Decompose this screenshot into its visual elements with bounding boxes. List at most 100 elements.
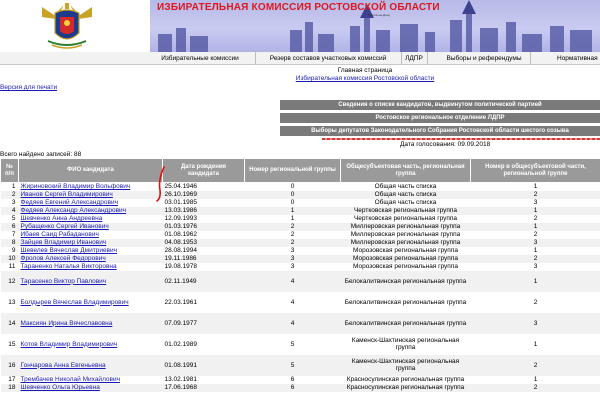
candidate-link[interactable]: Котов Владимир Владимирович	[21, 341, 118, 348]
cell-group: Красносулинская региональная группа	[340, 383, 471, 392]
cell-candidate-name: Тараненко Наталья Викторовна	[18, 262, 163, 271]
cell-birthdate: 03.01.1985	[162, 198, 245, 207]
candidate-link[interactable]: Ибаев Саид Рабаданович	[21, 231, 99, 238]
cell-candidate-name: Болдырев Вячеслав Владимирович	[18, 291, 163, 313]
cell-group: Общая часть списка	[340, 182, 471, 191]
cell-number: 15	[0, 333, 19, 355]
cell-candidate-name: Федяев Евгений Александрович	[18, 198, 163, 207]
cell-group: Миллеровская региональная группа	[340, 238, 471, 247]
candidate-link[interactable]: Федяев Александр Александрович	[21, 207, 127, 214]
table-row: 5 Шевченко Анна Андреевна 12.09.1993 1 Чертк…	[0, 214, 600, 223]
candidate-link[interactable]: Зайцев Владимир Иванович	[21, 239, 107, 246]
cell-number: 4	[0, 206, 19, 215]
table-row: 8 Зайцев Владимир Иванович 04.08.1953 2 Милл…	[0, 238, 600, 247]
candidate-link[interactable]: Максиян Ирина Вячеславовна	[21, 320, 113, 327]
table-row: 2 Иванов Сергей Владимирович 26.10.1969 0 Об…	[0, 190, 600, 199]
cell-group: Красносулинская региональная группа	[340, 375, 471, 384]
cell-group: Белокалитвинская региональная группа	[340, 291, 471, 313]
table-row: 10 Фролов Алексей Федорович 19.11.1986 3 Мор…	[0, 254, 600, 263]
cell-position: 3	[470, 312, 600, 334]
candidate-link[interactable]: Болдырев Вячеслав Владимирович	[21, 299, 129, 306]
cell-number: 10	[0, 254, 19, 263]
top-navigation: Избирательные комиссии Резерв составов у…	[0, 52, 600, 65]
nav-item-normative[interactable]: Нормативная	[557, 52, 600, 65]
cell-birthdate: 04.08.1953	[162, 238, 245, 247]
candidate-link[interactable]: Фролов Алексей Федорович	[21, 255, 106, 262]
cell-group-number: 2	[244, 230, 341, 239]
candidate-link[interactable]: Иванов Сергей Владимирович	[21, 191, 113, 198]
cell-position: 1	[470, 246, 600, 255]
nav-item-reserve[interactable]: Резерв составов участковых комиссий	[258, 52, 398, 65]
cell-group-number: 2	[244, 238, 341, 247]
cell-number: 18	[0, 383, 19, 392]
col-header-name[interactable]: ФИО кандидата	[18, 158, 163, 183]
nav-item-elections[interactable]: Выборы и референдумы	[440, 52, 528, 65]
candidate-link[interactable]: Тарасенко Виктор Павлович	[21, 278, 107, 285]
cell-candidate-name: Шевченко Ольга Юрьевна	[18, 383, 163, 392]
cell-position: 3	[470, 262, 600, 271]
candidate-link[interactable]: Шевченко Ольга Юрьевна	[21, 384, 100, 391]
election-bar: Выборы депутатов Законодательного Собран…	[280, 126, 600, 136]
cell-group-number: 6	[244, 383, 341, 392]
nav-item-commissions[interactable]: Избирательные комиссии	[150, 52, 250, 65]
cell-birthdate: 07.09.1977	[162, 312, 245, 334]
table-row: 18 Шевченко Ольга Юрьевна 17.06.1968 6 Красн…	[0, 383, 600, 392]
cell-number: 2	[0, 190, 19, 199]
cell-position: 2	[470, 291, 600, 313]
candidate-link[interactable]: Шевченко Анна Андреевна	[21, 215, 103, 222]
cell-candidate-name: Трембачев Николай Михайлович	[18, 375, 163, 384]
candidate-link[interactable]: Рубащенко Сергей Иванович	[21, 223, 109, 230]
cell-group: Морозовская региональная группа	[340, 262, 471, 271]
nav-separator	[255, 52, 256, 65]
table-row: 7 Ибаев Саид Рабаданович 01.08.1962 2 Миллер…	[0, 230, 600, 239]
table-row: 16 Гончарова Анна Евгеньевна 01.08.1991 5 Ка…	[0, 354, 600, 376]
cell-group-number: 4	[244, 291, 341, 313]
cell-birthdate: 17.06.1968	[162, 383, 245, 392]
candidate-link[interactable]: Федяев Евгений Александрович	[21, 199, 119, 206]
candidate-link[interactable]: Тараненко Наталья Викторовна	[21, 263, 117, 270]
nav-item-ldpr[interactable]: ЛДПР	[403, 52, 425, 65]
cell-birthdate: 01.08.1962	[162, 230, 245, 239]
cell-group: Миллеровская региональная группа	[340, 230, 471, 239]
candidate-link[interactable]: Гончарова Анна Евгеньевна	[21, 362, 106, 369]
cell-group: Белокалитвинская региональная группа	[340, 312, 471, 334]
candidate-link[interactable]: Трембачев Николай Михайлович	[21, 376, 121, 383]
col-header-number[interactable]: № п/п	[0, 158, 19, 183]
vote-date-value: 09.09.2018	[457, 141, 491, 148]
col-header-group[interactable]: Общесубъектовая часть, региональная груп…	[340, 158, 471, 183]
cell-birthdate: 19.08.1978	[162, 262, 245, 271]
cell-position: 2	[470, 354, 600, 376]
nav-separator	[427, 52, 428, 65]
cell-group-number: 3	[244, 246, 341, 255]
cell-position: 3	[470, 238, 600, 247]
cell-birthdate: 13.02.1981	[162, 375, 245, 384]
cell-number: 8	[0, 238, 19, 247]
breadcrumb-commission-link[interactable]: Избирательная комиссия Ростовской област…	[296, 75, 434, 82]
cell-position: 3	[470, 198, 600, 207]
cell-group-number: 1	[244, 206, 341, 215]
table-row: 17 Трембачев Николай Михайлович 13.02.1981…	[0, 375, 600, 384]
table-row: 3 Федяев Евгений Александрович 03.01.1985 0…	[0, 198, 600, 207]
col-header-birthdate[interactable]: Дата рождения кандидата	[162, 158, 245, 183]
cell-number: 13	[0, 291, 19, 313]
site-title: ИЗБИРАТЕЛЬНАЯ КОМИССИЯ РОСТОВСКОЙ ОБЛАСТ…	[157, 2, 440, 13]
print-version-link[interactable]: Версия для печати	[0, 84, 57, 91]
candidate-link[interactable]: Жириновский Владимир Вольфович	[21, 183, 131, 190]
cell-group: Белокалитвинская региональная группа	[340, 270, 471, 292]
col-header-position[interactable]: Номер в общесубъектовой части, региональ…	[470, 158, 600, 183]
nav-separator	[530, 52, 531, 65]
cell-group: Общая часть списка	[340, 198, 471, 207]
cell-number: 3	[0, 198, 19, 207]
cell-group: Чертковская региональная группа	[340, 206, 471, 215]
candidates-table: № п/п ФИО кандидата Дата рождения кандид…	[0, 158, 600, 392]
records-total-label: Всего найдено записей:	[0, 151, 73, 158]
candidate-link[interactable]: Шевелев Вячеслав Дмитриевич	[21, 247, 118, 254]
cell-group-number: 6	[244, 375, 341, 384]
cell-group-number: 5	[244, 354, 341, 376]
cell-position: 1	[470, 375, 600, 384]
site-subtitle: Ростов-на-Дону	[368, 13, 390, 17]
cell-position: 1	[470, 270, 600, 292]
col-header-group-number[interactable]: Номер региональной группы	[244, 158, 341, 183]
cell-position: 1	[470, 333, 600, 355]
cell-group: Миллеровская региональная группа	[340, 222, 471, 231]
